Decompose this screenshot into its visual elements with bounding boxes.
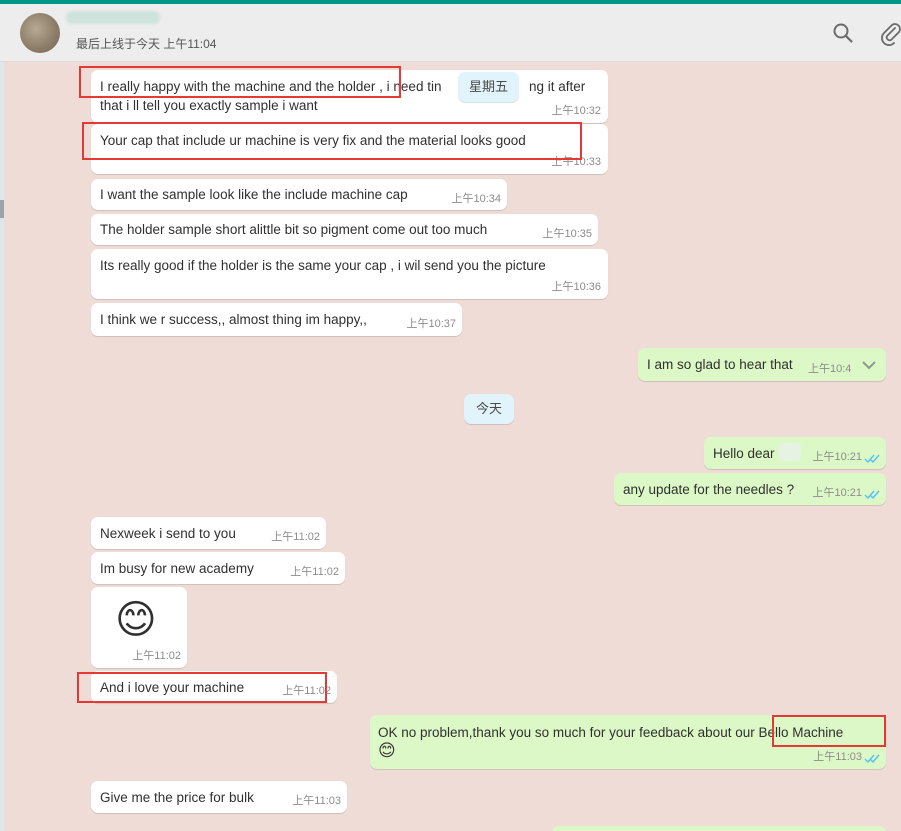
- message-outgoing[interactable]: I am so glad to hear that 上午10:4: [638, 348, 886, 381]
- highlight-box: [77, 672, 327, 703]
- message-time: 上午10:34: [451, 193, 501, 205]
- message-outgoing-partial[interactable]: [552, 826, 886, 831]
- contact-name-redacted: [66, 11, 160, 24]
- message-text-line2: that i ll tell you exactly sample i want: [100, 98, 318, 113]
- message-time: 上午11:02: [290, 566, 339, 578]
- message-incoming[interactable]: I think we r success,, almost thing im h…: [91, 303, 462, 336]
- message-emoji: 😊: [378, 741, 396, 760]
- attach-button[interactable]: [880, 22, 901, 46]
- message-text: I think we r success,, almost thing im h…: [100, 312, 367, 327]
- message-time: 上午11:03: [813, 751, 862, 763]
- message-time: 上午11:03: [292, 795, 341, 807]
- search-button[interactable]: [832, 22, 854, 44]
- message-text: Hello dear: [713, 446, 775, 461]
- message-text: Give me the price for bulk: [100, 790, 254, 805]
- message-outgoing[interactable]: any update for the needles ? 上午10:21: [614, 473, 886, 505]
- double-check-icon: [864, 754, 880, 764]
- last-seen-status: 最后上线于今天 上午11:04: [76, 37, 217, 51]
- message-time: 上午11:02: [132, 650, 181, 662]
- message-text: Nexweek i send to you: [100, 526, 236, 541]
- date-chip-today: 今天: [464, 394, 514, 424]
- message-incoming[interactable]: The holder sample short alittle bit so p…: [91, 214, 598, 245]
- message-text: The holder sample short alittle bit so p…: [100, 222, 488, 237]
- message-time: 上午10:36: [551, 281, 601, 293]
- avatar[interactable]: [20, 13, 60, 53]
- message-text: Its really good if the holder is the sam…: [100, 258, 546, 273]
- highlight-box: [772, 715, 886, 747]
- message-incoming[interactable]: Im busy for new academy 上午11:02: [91, 552, 345, 584]
- message-time: 上午10:35: [542, 228, 592, 240]
- message-incoming[interactable]: Nexweek i send to you 上午11:02: [91, 517, 326, 549]
- message-time: 上午10:21: [812, 451, 862, 463]
- highlight-box: [82, 122, 582, 160]
- message-incoming[interactable]: Give me the price for bulk 上午11:03: [91, 781, 347, 813]
- message-time: 上午10:4: [808, 363, 852, 375]
- message-text-continued: ng it after: [529, 79, 586, 94]
- message-list[interactable]: I really happy with the machine and the …: [4, 62, 901, 831]
- message-outgoing[interactable]: Hello dear 上午10:21: [704, 437, 886, 469]
- message-text: Im busy for new academy: [100, 561, 254, 576]
- message-incoming-emoji[interactable]: 😊 上午11:02: [91, 587, 187, 668]
- paperclip-icon: [881, 23, 901, 46]
- message-text: I want the sample look like the include …: [100, 187, 408, 202]
- message-time: 上午10:21: [812, 487, 862, 499]
- message-text: any update for the needles ?: [623, 482, 795, 497]
- message-text: I am so glad to hear that: [647, 357, 793, 372]
- chevron-down-icon[interactable]: [861, 359, 877, 371]
- message-incoming[interactable]: I want the sample look like the include …: [91, 179, 507, 210]
- date-chip-friday: 星期五: [458, 72, 519, 102]
- double-check-icon: [864, 490, 880, 500]
- emoji-smile: 😊: [115, 598, 157, 642]
- message-incoming[interactable]: Its really good if the holder is the sam…: [91, 249, 608, 299]
- highlight-box: [79, 66, 401, 98]
- redacted-name: [779, 443, 801, 461]
- message-time: 上午11:02: [271, 531, 320, 543]
- double-check-icon: [864, 454, 880, 464]
- scrollbar[interactable]: [891, 62, 901, 831]
- chat-header: 最后上线于今天 上午11:04: [0, 4, 901, 62]
- search-icon: [833, 23, 853, 43]
- message-time: 上午10:37: [406, 318, 456, 330]
- message-time: 上午10:32: [551, 105, 601, 117]
